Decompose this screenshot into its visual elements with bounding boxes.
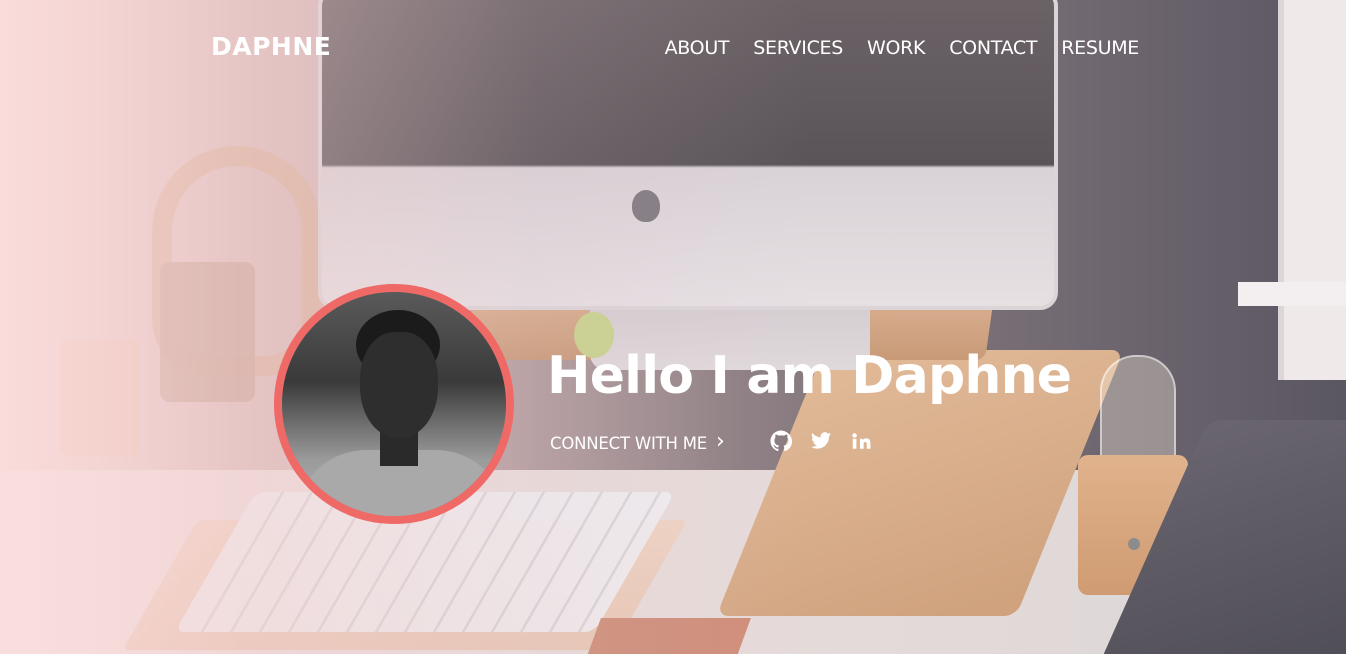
social-links	[770, 430, 872, 452]
nav-item-about[interactable]: ABOUT	[665, 37, 730, 59]
hero-section: DAPHNE ABOUT SERVICES WORK CONTACT RESUM…	[0, 0, 1346, 654]
nav-item-resume[interactable]: RESUME	[1061, 37, 1139, 59]
connect-with-me-link[interactable]: CONNECT WITH ME ›	[550, 429, 725, 454]
nav-item-services[interactable]: SERVICES	[753, 37, 843, 59]
main-nav: ABOUT SERVICES WORK CONTACT RESUME	[665, 37, 1140, 59]
background-gradient-overlay	[0, 0, 1346, 654]
connect-label: CONNECT WITH ME	[550, 433, 708, 453]
linkedin-icon[interactable]	[850, 430, 872, 452]
nav-item-work[interactable]: WORK	[867, 37, 926, 59]
profile-avatar	[274, 284, 514, 524]
github-icon[interactable]	[770, 430, 793, 452]
hero-headline: Hello I am Daphne	[547, 346, 1072, 406]
nav-item-contact[interactable]: CONTACT	[949, 37, 1037, 59]
chevron-right-icon: ›	[716, 429, 725, 454]
twitter-icon[interactable]	[810, 430, 832, 452]
brand-logo[interactable]: DAPHNE	[211, 32, 331, 61]
